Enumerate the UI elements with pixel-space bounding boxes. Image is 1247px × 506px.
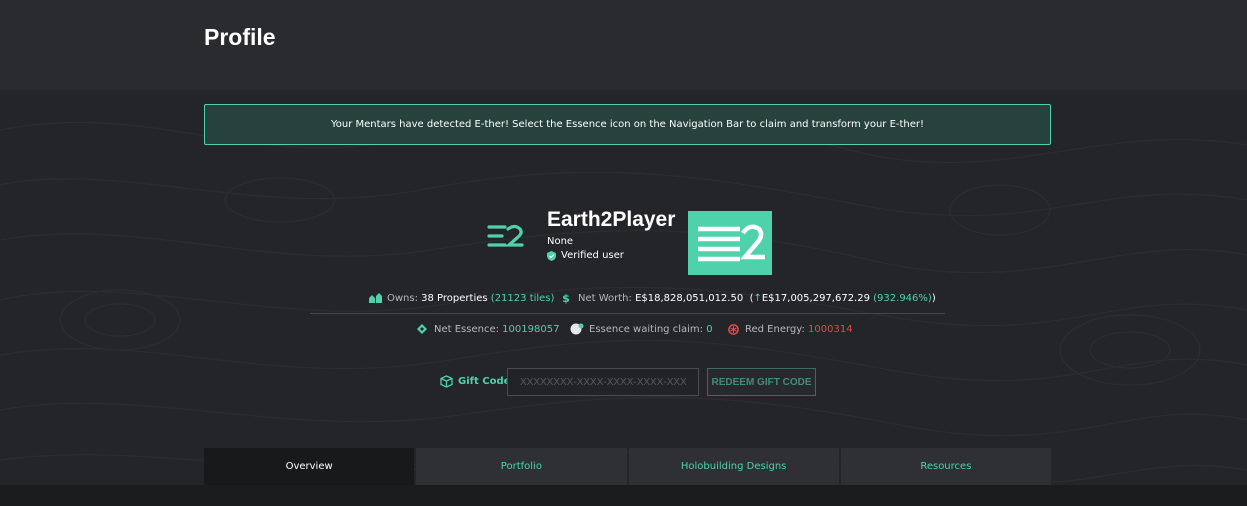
change-arrow-icon: ↑ — [753, 292, 762, 304]
profile-username: Earth2Player — [547, 208, 676, 231]
essence-claim-label: Essence waiting claim: — [589, 323, 703, 335]
owns-label: Owns: — [387, 292, 418, 304]
net-worth-stat: $ Net Worth: E$18,828,051,012.50 ( ↑ E$1… — [559, 291, 936, 305]
verified-label: Verified user — [561, 250, 624, 261]
red-energy-icon — [726, 323, 740, 335]
gift-code-label: Gift Code — [440, 375, 510, 388]
red-energy-value: 1000314 — [808, 323, 853, 335]
tab-portfolio[interactable]: Portfolio — [416, 448, 627, 485]
profile-main: Your Mentars have detected E-ther! Selec… — [0, 90, 1247, 485]
earth2-avatar-logo — [698, 224, 765, 262]
topographic-background — [0, 118, 1247, 485]
stats-divider — [310, 313, 945, 314]
gift-code-text: Gift Code — [458, 376, 511, 387]
properties-icon — [368, 292, 382, 304]
earth2-logo-icon — [487, 224, 524, 247]
net-essence-label: Net Essence: — [434, 323, 499, 335]
profile-tabs: Overview Portfolio Holobuilding Designs … — [204, 448, 1051, 485]
verified-shield-icon — [547, 250, 556, 261]
change-close-paren: ) — [931, 292, 936, 304]
owns-properties: 38 Properties — [421, 292, 488, 304]
net-worth-change-percent: (932.946%) — [873, 292, 932, 304]
dollar-icon: $ — [562, 291, 570, 305]
tab-overview[interactable]: Overview — [204, 448, 415, 485]
net-worth-value: E$18,828,051,012.50 — [635, 292, 744, 304]
net-essence-value: 100198057 — [502, 323, 560, 335]
red-energy-label: Red Energy: — [745, 323, 805, 335]
tab-resources[interactable]: Resources — [840, 448, 1051, 485]
essence-claim-value: 0 — [706, 323, 713, 335]
essence-icon — [415, 323, 429, 335]
essence-claim-icon — [570, 323, 584, 335]
profile-subtitle: None — [547, 236, 574, 247]
alert-message: Your Mentars have detected E-ther! Selec… — [330, 119, 925, 130]
net-worth-change: E$17,005,297,672.29 — [761, 292, 870, 304]
net-worth-label: Net Worth: — [578, 292, 632, 304]
page-title: Profile — [204, 24, 276, 50]
owns-stat: Owns: 38 Properties (21123 tiles) — [368, 292, 554, 304]
gift-icon — [440, 375, 453, 388]
footer-bar — [0, 485, 1247, 506]
net-essence-stat: Net Essence: 100198057 — [415, 323, 559, 335]
gift-code-input[interactable] — [507, 368, 699, 396]
tab-holobuilding-designs[interactable]: Holobuilding Designs — [628, 448, 839, 485]
owns-tiles: (21123 tiles) — [490, 292, 555, 304]
avatar[interactable] — [688, 211, 772, 275]
ether-alert: Your Mentars have detected E-ther! Selec… — [204, 104, 1051, 145]
page-header: Profile — [0, 0, 1247, 90]
essence-claim-stat: Essence waiting claim: 0 — [570, 323, 713, 335]
verified-badge: Verified user — [547, 250, 624, 261]
redeem-gift-code-button[interactable]: REDEEM GIFT CODE — [707, 368, 816, 396]
red-energy-stat: Red Energy: 1000314 — [726, 323, 853, 335]
